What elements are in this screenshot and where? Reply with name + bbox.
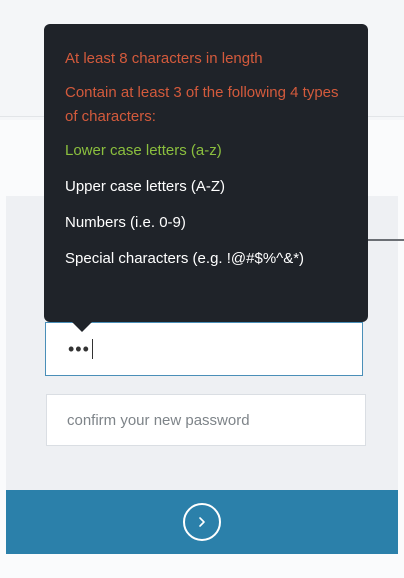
requirement-uppercase: Upper case letters (A-Z) — [65, 178, 226, 195]
chevron-right-icon — [199, 517, 205, 527]
password-requirements-tooltip: At least 8 characters in length Contain … — [44, 24, 368, 332]
text-caret — [91, 339, 93, 359]
requirement-numbers: Numbers (i.e. 0-9) — [65, 214, 186, 231]
submit-bar[interactable] — [6, 490, 398, 554]
confirm-password-input[interactable]: confirm your new password — [46, 394, 366, 446]
requirement-min-length: At least 8 characters in length — [65, 50, 263, 67]
submit-button[interactable] — [183, 503, 221, 541]
password-mask: ••• — [68, 338, 90, 359]
new-password-input[interactable]: ••• — [45, 322, 363, 376]
confirm-password-placeholder: confirm your new password — [67, 411, 250, 429]
requirement-special: Special characters (e.g. !@#$%^&*) — [65, 250, 305, 267]
requirement-char-types: Contain at least 3 of the following 4 ty… — [65, 84, 339, 125]
requirement-lowercase: Lower case letters (a-z) — [65, 142, 222, 159]
